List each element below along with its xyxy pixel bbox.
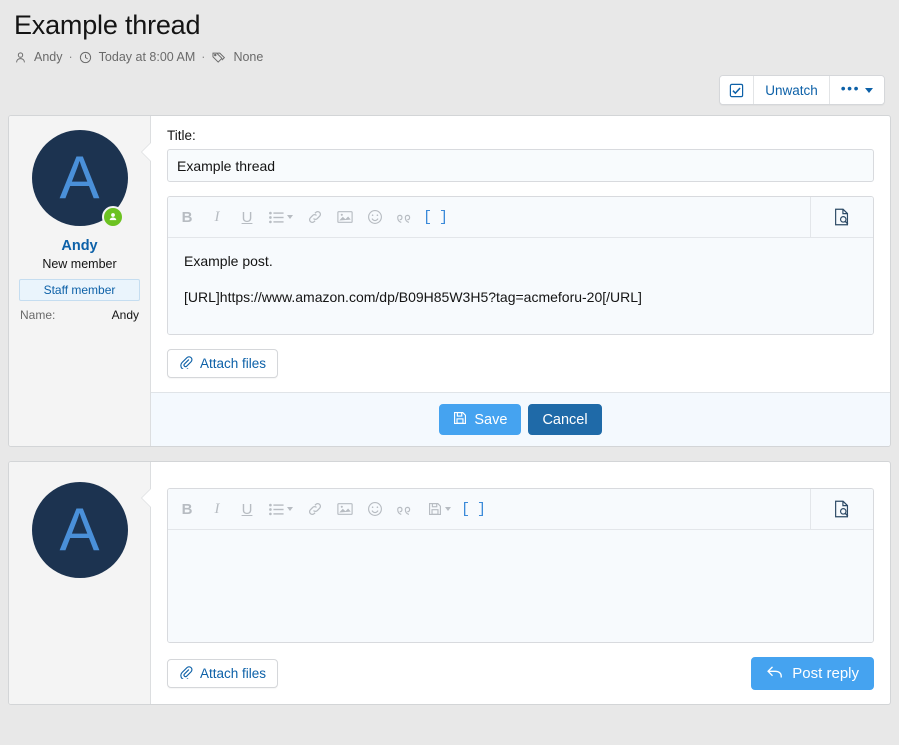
online-status-icon xyxy=(102,206,124,228)
bbcode-icon[interactable]: [ ] xyxy=(420,197,450,237)
preview-icon[interactable] xyxy=(810,489,873,529)
reply-form-body: B I U xyxy=(151,462,890,704)
message-notch-arrow xyxy=(141,142,151,162)
reply-user-column: A xyxy=(9,462,151,704)
thread-meta: Andy · Today at 8:00 AM · None xyxy=(14,48,885,66)
italic-icon[interactable]: I xyxy=(202,197,232,237)
post-reply-button[interactable]: Post reply xyxy=(751,657,874,690)
avatar-wrapper[interactable]: A xyxy=(32,130,128,226)
thread-author[interactable]: Andy xyxy=(34,50,63,64)
username-link[interactable]: Andy xyxy=(19,238,140,254)
thread-actions-bar: Unwatch ••• xyxy=(0,66,899,115)
underline-icon[interactable]: U xyxy=(232,489,262,529)
page-title: Example thread xyxy=(14,10,885,41)
attach-files-button[interactable]: Attach files xyxy=(167,349,278,378)
chevron-down-icon xyxy=(445,507,451,511)
user-extra-value: Andy xyxy=(112,308,139,322)
attach-files-button[interactable]: Attach files xyxy=(167,659,278,688)
thread-tags[interactable]: None xyxy=(233,50,263,64)
image-icon[interactable] xyxy=(330,489,360,529)
post-body-line-1: Example post. xyxy=(184,251,857,273)
post-reply-label: Post reply xyxy=(792,665,859,682)
message-edit-block: A Andy New member Staff member Name: And… xyxy=(8,115,891,447)
underline-icon[interactable]: U xyxy=(232,197,262,237)
watch-checkbox-button[interactable] xyxy=(720,76,753,104)
save-label: Save xyxy=(474,412,507,428)
post-editor: B I U xyxy=(167,196,874,335)
disk-icon xyxy=(453,411,467,429)
attach-row: Attach files xyxy=(167,349,874,378)
user-title: New member xyxy=(19,257,140,271)
bold-icon[interactable]: B xyxy=(172,197,202,237)
bold-icon[interactable]: B xyxy=(172,489,202,529)
message-user-column: A Andy New member Staff member Name: And… xyxy=(9,116,151,446)
paperclip-icon xyxy=(179,665,193,682)
reply-editor-toolbar: B I U xyxy=(168,489,873,530)
quote-icon[interactable] xyxy=(390,197,420,237)
reply-editor: B I U xyxy=(167,488,874,643)
attach-files-label: Attach files xyxy=(200,356,266,371)
drafts-icon[interactable] xyxy=(420,489,458,529)
reply-arrow-icon xyxy=(766,664,784,684)
thread-timestamp[interactable]: Today at 8:00 AM xyxy=(99,50,196,64)
thread-action-button-group: Unwatch ••• xyxy=(719,75,885,105)
link-icon[interactable] xyxy=(300,489,330,529)
italic-icon[interactable]: I xyxy=(202,489,232,529)
chevron-down-icon xyxy=(865,88,873,93)
emoji-icon[interactable] xyxy=(360,489,390,529)
unwatch-button[interactable]: Unwatch xyxy=(753,76,829,104)
user-extra-key: Name: xyxy=(20,308,55,322)
thread-title-input[interactable] xyxy=(167,149,874,182)
editor-toolbar: B I U xyxy=(168,197,873,238)
reply-editor-area[interactable] xyxy=(168,530,873,642)
post-editor-area[interactable]: Example post. [URL]https://www.amazon.co… xyxy=(168,238,873,334)
image-icon[interactable] xyxy=(330,197,360,237)
page-header: Example thread Andy · Today at 8:00 AM ·… xyxy=(0,0,899,66)
post-body-line-2: [URL]https://www.amazon.com/dp/B09H85W3H… xyxy=(184,287,857,309)
reply-block: A B I U xyxy=(8,461,891,705)
chevron-down-icon xyxy=(287,507,293,511)
staff-member-banner: Staff member xyxy=(19,279,140,301)
list-icon[interactable] xyxy=(262,489,300,529)
user-extra-row: Name: Andy xyxy=(19,308,140,322)
attach-files-label: Attach files xyxy=(200,666,266,681)
emoji-icon[interactable] xyxy=(360,197,390,237)
tag-icon xyxy=(211,51,226,64)
link-icon[interactable] xyxy=(300,197,330,237)
reply-notch-arrow xyxy=(141,488,151,508)
reply-attach-row: Attach files Post reply xyxy=(167,657,874,690)
list-icon[interactable] xyxy=(262,197,300,237)
preview-icon[interactable] xyxy=(810,197,873,237)
message-content-column: Title: B I U xyxy=(151,116,890,446)
title-field-label: Title: xyxy=(167,128,874,143)
edit-form-footer: Save Cancel xyxy=(151,392,890,446)
meta-separator-1: · xyxy=(69,50,73,64)
ellipsis-icon: ••• xyxy=(841,81,860,95)
editor-toolbar-buttons: B I U xyxy=(168,197,454,237)
chevron-down-icon xyxy=(287,215,293,219)
quote-icon[interactable] xyxy=(390,489,420,529)
reply-editor-toolbar-buttons: B I U xyxy=(168,489,492,529)
more-options-button[interactable]: ••• xyxy=(829,76,884,104)
save-button[interactable]: Save xyxy=(439,404,521,435)
edit-form-body: Title: B I U xyxy=(151,116,890,392)
reply-content-column: B I U xyxy=(151,462,890,704)
clock-icon xyxy=(79,51,92,64)
paperclip-icon xyxy=(179,355,193,372)
user-icon xyxy=(14,51,27,64)
cancel-button[interactable]: Cancel xyxy=(528,404,601,435)
avatar[interactable]: A xyxy=(32,482,128,578)
meta-separator-2: · xyxy=(201,50,205,64)
reply-avatar-wrapper[interactable]: A xyxy=(32,482,128,578)
bbcode-icon[interactable]: [ ] xyxy=(458,489,488,529)
